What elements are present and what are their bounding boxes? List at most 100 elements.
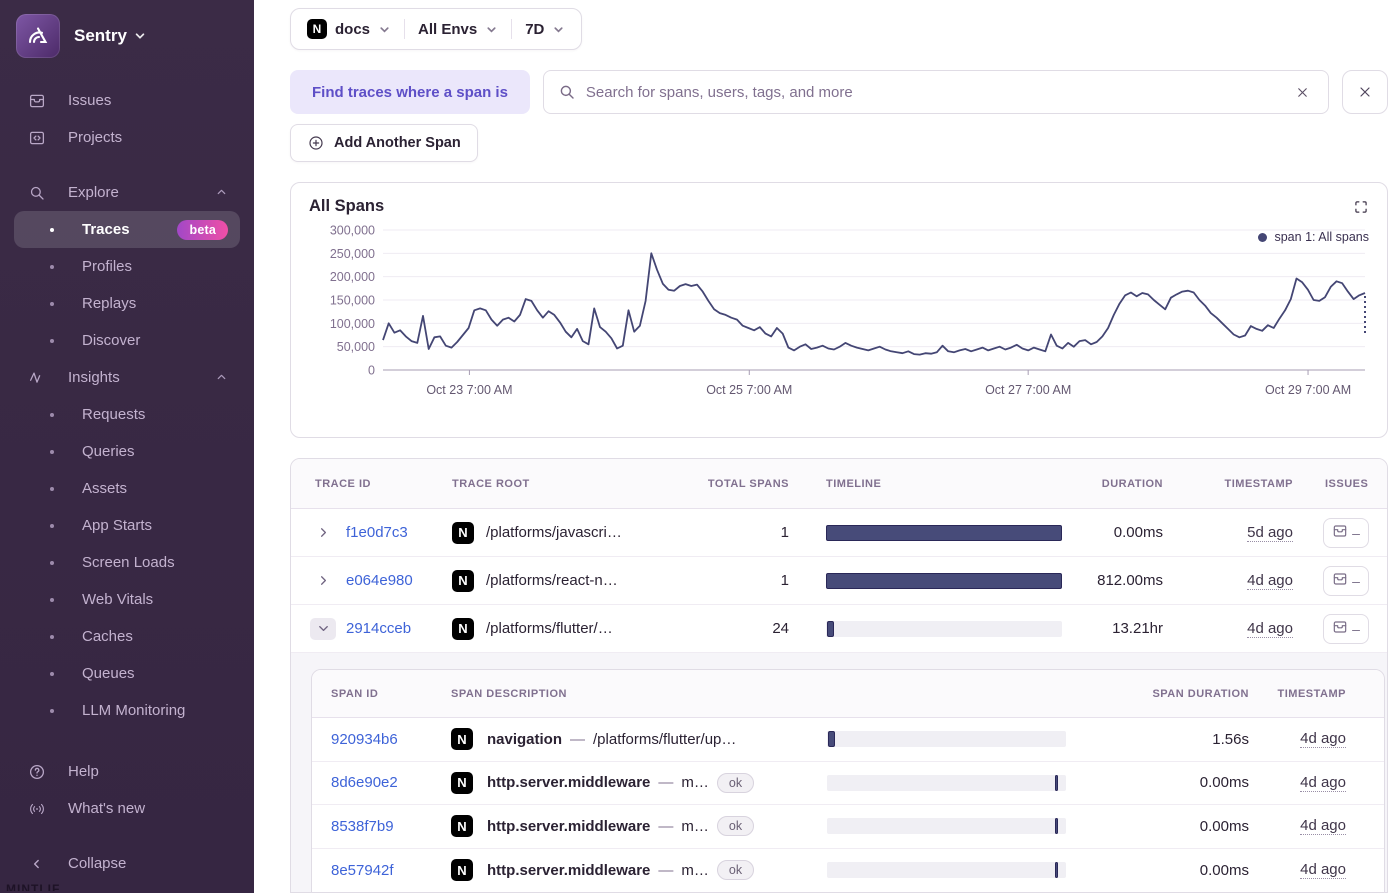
timestamp-text[interactable]: 4d ago — [1300, 817, 1346, 836]
col-total-spans: TOTAL SPANS — [707, 477, 789, 490]
sidebar-item-issues[interactable]: Issues — [14, 82, 240, 119]
bullet-icon — [50, 597, 54, 602]
sidebar-item-assets[interactable]: Assets — [14, 470, 240, 507]
span-duration-value: 1.56s — [1212, 730, 1249, 748]
col-issues: ISSUES — [1325, 477, 1369, 490]
timestamp-text[interactable]: 4d ago — [1247, 571, 1293, 590]
span-description: navigation — /platforms/flutter/up… — [487, 731, 827, 748]
sidebar-item-app-starts[interactable]: App Starts — [14, 507, 240, 544]
sidebar-item-requests[interactable]: Requests — [14, 396, 240, 433]
issues-cell: – — [1323, 565, 1387, 596]
main-content: N docs All Envs 7D Find traces where a s… — [254, 0, 1400, 893]
chart-legend[interactable]: span 1: All spans — [1258, 230, 1369, 244]
sidebar-item-help[interactable]: Help — [14, 753, 240, 790]
dash-separator: — — [658, 774, 674, 792]
span-id-link[interactable]: 8d6e90e2 — [331, 774, 433, 791]
sidebar-item-label: What's new — [68, 800, 146, 817]
row-expander[interactable] — [307, 573, 339, 588]
trace-id-link[interactable]: f1e0d7c3 — [346, 524, 444, 541]
sidebar-item-discover[interactable]: Discover — [14, 322, 240, 359]
dash-separator: — — [570, 730, 586, 748]
add-another-span-button[interactable]: Add Another Span — [290, 124, 478, 162]
timeline-bar — [827, 731, 836, 748]
plus-circle-icon — [309, 136, 323, 150]
issues-tray-icon — [1332, 619, 1348, 638]
sidebar-collapse[interactable]: Collapse — [14, 845, 240, 882]
sidebar-item-web-vitals[interactable]: Web Vitals — [14, 581, 240, 618]
trace-id-link[interactable]: e064e980 — [346, 572, 444, 589]
timeline-bar — [1055, 774, 1059, 791]
sidebar-item-llm-monitoring[interactable]: LLM Monitoring — [14, 692, 240, 729]
span-id-link[interactable]: 920934b6 — [331, 731, 433, 748]
sidebar-item-caches[interactable]: Caches — [14, 618, 240, 655]
sidebar-item-traces[interactable]: Traces beta — [14, 211, 240, 248]
span-search-box — [542, 70, 1329, 114]
close-icon — [1360, 87, 1370, 97]
clear-search-icon[interactable] — [1291, 81, 1314, 104]
sidebar-item-profiles[interactable]: Profiles — [14, 248, 240, 285]
timestamp-text[interactable]: 5d ago — [1247, 523, 1293, 542]
timestamp-text[interactable]: 4d ago — [1300, 861, 1346, 880]
sidebar-item-queues[interactable]: Queues — [14, 655, 240, 692]
timeline-bar — [826, 620, 834, 637]
bullet-icon — [50, 449, 54, 454]
sidebar-item-label: Issues — [68, 92, 112, 109]
sidebar-item-insights[interactable]: Insights — [14, 359, 240, 396]
span-id-link[interactable]: 8538f7b9 — [331, 818, 433, 835]
issues-cell: – — [1323, 613, 1387, 644]
nextjs-icon: N — [452, 617, 474, 640]
expand-chart-button[interactable] — [1353, 199, 1369, 215]
span-duration-value: 0.00ms — [1199, 817, 1249, 835]
span-search-input[interactable] — [585, 83, 1281, 101]
total-spans-value: 24 — [772, 620, 789, 637]
trace-id-link[interactable]: 2914cceb — [346, 620, 444, 637]
row-expander[interactable] — [307, 525, 339, 540]
sidebar-item-label: Assets — [82, 480, 128, 497]
project-label: docs — [335, 20, 371, 38]
timestamp-text[interactable]: 4d ago — [1300, 773, 1346, 792]
sidebar-item-what-s-new[interactable]: What's new — [14, 790, 240, 827]
col-timestamp: TIMESTAMP — [1224, 477, 1293, 490]
bullet-icon — [50, 671, 54, 676]
sidebar-item-explore[interactable]: Explore — [14, 174, 240, 211]
sidebar-item-projects[interactable]: Projects — [14, 119, 240, 156]
chevron-down-icon — [552, 23, 565, 36]
date-range-selector[interactable]: 7D — [525, 21, 565, 38]
brand-row[interactable]: Sentry — [0, 14, 254, 58]
timeline-track — [827, 818, 1066, 835]
remove-span-button[interactable] — [1342, 70, 1388, 114]
issues-button[interactable]: – — [1323, 565, 1369, 596]
chevron-down-icon — [135, 33, 145, 39]
timeline-cell — [827, 862, 1066, 879]
timestamp-text[interactable]: 4d ago — [1300, 730, 1346, 749]
timeline-cell — [826, 620, 1062, 637]
span-id-link[interactable]: 8e57942f — [331, 862, 433, 879]
timeline-track — [826, 620, 1062, 637]
sidebar-item-queries[interactable]: Queries — [14, 433, 240, 470]
sidebar-item-label: Screen Loads — [82, 554, 175, 571]
svg-text:150,000: 150,000 — [330, 294, 375, 308]
svg-text:50,000: 50,000 — [337, 340, 375, 354]
row-expander[interactable] — [307, 617, 339, 640]
issues-button[interactable]: – — [1323, 613, 1369, 644]
svg-text:Oct 29 7:00 AM: Oct 29 7:00 AM — [1265, 383, 1351, 397]
total-spans-value: 1 — [780, 524, 789, 541]
sidebar: Sentry Issues Projects Explore Traces beta Pr… — [0, 0, 254, 893]
chevron-down-icon — [378, 23, 391, 36]
nextjs-icon: N — [307, 19, 327, 39]
span-description-text: m… — [681, 861, 709, 879]
environment-selector[interactable]: All Envs — [418, 21, 498, 38]
trace-root: /platforms/javascri… — [486, 524, 622, 541]
issues-button[interactable]: – — [1323, 517, 1369, 548]
span-op: navigation — [487, 730, 563, 748]
chevron-up-icon — [215, 371, 228, 384]
sidebar-item-screen-loads[interactable]: Screen Loads — [14, 544, 240, 581]
sidebar-item-replays[interactable]: Replays — [14, 285, 240, 322]
project-selector[interactable]: N docs — [307, 19, 391, 39]
col-duration: DURATION — [1101, 477, 1163, 490]
span-description-text: /platforms/flutter/up… — [593, 730, 737, 748]
org-switcher[interactable]: Sentry — [74, 26, 146, 46]
svg-text:Oct 27 7:00 AM: Oct 27 7:00 AM — [985, 383, 1071, 397]
timestamp-text[interactable]: 4d ago — [1247, 619, 1293, 638]
